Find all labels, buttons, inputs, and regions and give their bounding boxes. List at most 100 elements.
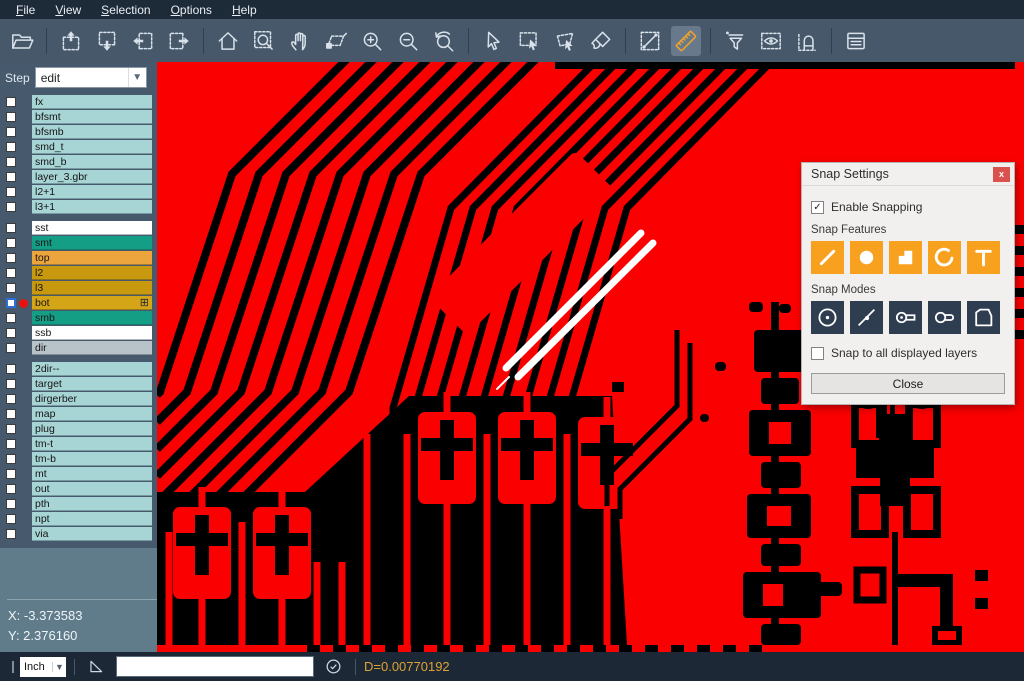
layer-name[interactable]: bfsmb bbox=[32, 125, 152, 139]
layer-visibility-checkbox[interactable] bbox=[6, 157, 16, 167]
snap-mode-corner-button[interactable] bbox=[967, 301, 1000, 334]
select-rect-button[interactable] bbox=[514, 26, 544, 56]
dialog-title-bar[interactable]: Snap Settings x bbox=[802, 163, 1014, 186]
layer-visibility-checkbox[interactable] bbox=[6, 298, 16, 308]
layers-panel-button[interactable] bbox=[841, 26, 871, 56]
grid-icon[interactable]: ⊞ bbox=[140, 296, 149, 310]
layer-name[interactable]: l2+1 bbox=[32, 185, 152, 199]
pan-hand-button[interactable] bbox=[285, 26, 315, 56]
zoom-area-button[interactable] bbox=[321, 26, 351, 56]
close-button[interactable]: Close bbox=[811, 373, 1005, 394]
select-polygon-button[interactable] bbox=[550, 26, 580, 56]
pan-up-button[interactable] bbox=[56, 26, 86, 56]
layer-visibility-checkbox[interactable] bbox=[6, 484, 16, 494]
layer-name[interactable]: smb bbox=[32, 311, 152, 325]
menu-item-view[interactable]: View bbox=[45, 3, 91, 17]
pan-right-button[interactable] bbox=[164, 26, 194, 56]
layer-visibility-checkbox[interactable] bbox=[6, 454, 16, 464]
enable-snapping-checkbox[interactable]: ✓ bbox=[811, 201, 824, 214]
layer-name[interactable]: out bbox=[32, 482, 152, 496]
show-selection-button[interactable] bbox=[756, 26, 786, 56]
layer-visibility-checkbox[interactable] bbox=[6, 142, 16, 152]
close-icon[interactable]: x bbox=[993, 167, 1010, 182]
layer-name[interactable]: ssb bbox=[32, 326, 152, 340]
layer-name[interactable]: dir bbox=[32, 341, 152, 355]
layer-visibility-checkbox[interactable] bbox=[6, 424, 16, 434]
layer-visibility-checkbox[interactable] bbox=[6, 238, 16, 248]
snap-mode-midpoint-button[interactable] bbox=[850, 301, 883, 334]
layer-name[interactable]: 2dir-- bbox=[32, 362, 152, 376]
layer-name[interactable]: target bbox=[32, 377, 152, 391]
menu-item-file[interactable]: File bbox=[6, 3, 45, 17]
layer-name[interactable]: mt bbox=[32, 467, 152, 481]
pan-left-button[interactable] bbox=[128, 26, 158, 56]
menu-item-selection[interactable]: Selection bbox=[91, 3, 160, 17]
layer-visibility-checkbox[interactable] bbox=[6, 409, 16, 419]
clear-brush-button[interactable] bbox=[586, 26, 616, 56]
snap-feature-line-button[interactable] bbox=[811, 241, 844, 274]
ruler-button[interactable] bbox=[671, 26, 701, 56]
layer-visibility-checkbox[interactable] bbox=[6, 514, 16, 524]
layer-visibility-checkbox[interactable] bbox=[6, 112, 16, 122]
snap-magnet-button[interactable] bbox=[792, 26, 822, 56]
snap-feature-arc-button[interactable] bbox=[928, 241, 961, 274]
layer-visibility-checkbox[interactable] bbox=[6, 313, 16, 323]
layer-visibility-checkbox[interactable] bbox=[6, 439, 16, 449]
snap-all-layers-checkbox[interactable] bbox=[811, 347, 824, 360]
layer-name[interactable]: smd_b bbox=[32, 155, 152, 169]
layer-visibility-checkbox[interactable] bbox=[6, 499, 16, 509]
layer-name[interactable]: npt bbox=[32, 512, 152, 526]
select-cursor-button[interactable] bbox=[478, 26, 508, 56]
layer-name[interactable]: tm-b bbox=[32, 452, 152, 466]
layer-visibility-checkbox[interactable] bbox=[6, 364, 16, 374]
layer-name[interactable]: bot⊞ bbox=[32, 296, 152, 310]
layer-visibility-checkbox[interactable] bbox=[6, 127, 16, 137]
zoom-home-button[interactable] bbox=[213, 26, 243, 56]
layer-name[interactable]: via bbox=[32, 527, 152, 541]
apply-check-icon[interactable] bbox=[324, 657, 343, 676]
layer-name[interactable]: pth bbox=[32, 497, 152, 511]
snap-mode-slot-outline-button[interactable] bbox=[928, 301, 961, 334]
layer-visibility-checkbox[interactable] bbox=[6, 187, 16, 197]
pan-down-button[interactable] bbox=[92, 26, 122, 56]
layer-visibility-checkbox[interactable] bbox=[6, 328, 16, 338]
unit-select[interactable]: Inch ▼ bbox=[20, 657, 66, 677]
command-input[interactable] bbox=[116, 656, 314, 677]
open-button[interactable] bbox=[7, 26, 37, 56]
layer-visibility-checkbox[interactable] bbox=[6, 253, 16, 263]
layer-name[interactable]: smt bbox=[32, 236, 152, 250]
layer-visibility-checkbox[interactable] bbox=[6, 469, 16, 479]
layer-name[interactable]: map bbox=[32, 407, 152, 421]
layer-visibility-checkbox[interactable] bbox=[6, 268, 16, 278]
step-select[interactable]: edit ▼ bbox=[35, 67, 147, 88]
measure-line-button[interactable] bbox=[635, 26, 665, 56]
snap-feature-text-button[interactable] bbox=[967, 241, 1000, 274]
layer-name[interactable]: smd_t bbox=[32, 140, 152, 154]
layer-name[interactable]: tm-t bbox=[32, 437, 152, 451]
zoom-window-button[interactable] bbox=[249, 26, 279, 56]
layer-name[interactable]: l3+1 bbox=[32, 200, 152, 214]
menu-item-options[interactable]: Options bbox=[161, 3, 222, 17]
menu-item-help[interactable]: Help bbox=[222, 3, 267, 17]
layer-name[interactable]: sst bbox=[32, 221, 152, 235]
layer-visibility-checkbox[interactable] bbox=[6, 394, 16, 404]
layer-visibility-checkbox[interactable] bbox=[6, 97, 16, 107]
angle-tool-icon[interactable] bbox=[87, 657, 106, 676]
layer-name[interactable]: bfsmt bbox=[32, 110, 152, 124]
snap-feature-surface-button[interactable] bbox=[889, 241, 922, 274]
layer-visibility-checkbox[interactable] bbox=[6, 529, 16, 539]
layer-visibility-checkbox[interactable] bbox=[6, 223, 16, 233]
layer-visibility-checkbox[interactable] bbox=[6, 379, 16, 389]
zoom-out-button[interactable] bbox=[393, 26, 423, 56]
layer-name[interactable]: plug bbox=[32, 422, 152, 436]
layer-name[interactable]: l3 bbox=[32, 281, 152, 295]
layer-visibility-checkbox[interactable] bbox=[6, 172, 16, 182]
layer-name[interactable]: fx bbox=[32, 95, 152, 109]
filter-button[interactable] bbox=[720, 26, 750, 56]
zoom-previous-button[interactable] bbox=[429, 26, 459, 56]
layer-name[interactable]: dirgerber bbox=[32, 392, 152, 406]
zoom-in-button[interactable] bbox=[357, 26, 387, 56]
layer-visibility-checkbox[interactable] bbox=[6, 283, 16, 293]
layer-visibility-checkbox[interactable] bbox=[6, 343, 16, 353]
layer-visibility-checkbox[interactable] bbox=[6, 202, 16, 212]
